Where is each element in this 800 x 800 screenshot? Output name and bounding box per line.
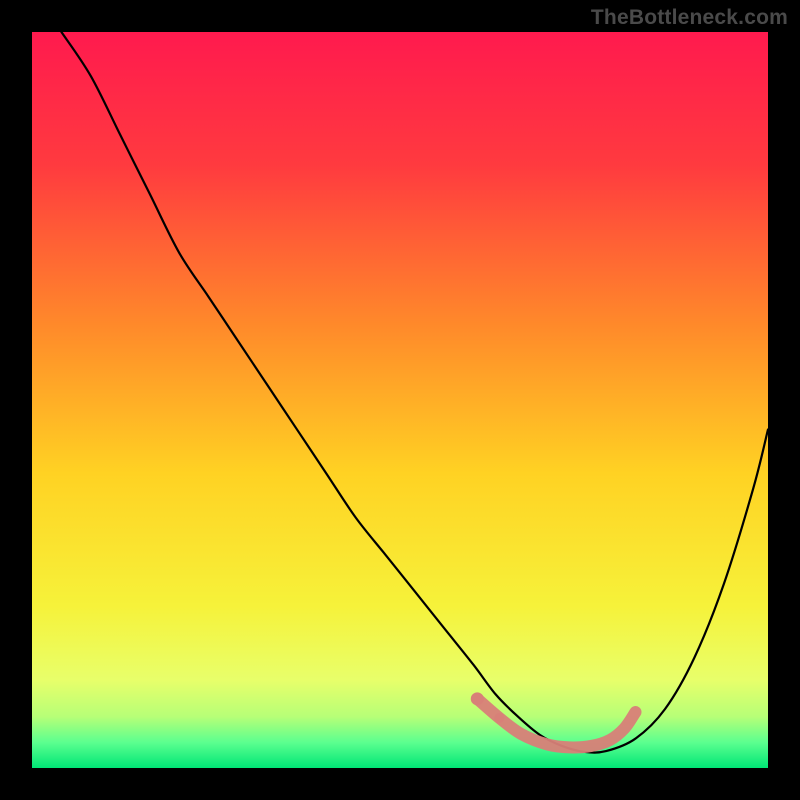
watermark-text: TheBottleneck.com: [591, 6, 788, 30]
chart-background: [32, 32, 768, 768]
trough-dot: [494, 713, 504, 723]
chart-stage: TheBottleneck.com: [0, 0, 800, 800]
trough-dot: [471, 692, 484, 705]
chart-svg: [32, 32, 768, 768]
chart-plot-area: [32, 32, 768, 768]
